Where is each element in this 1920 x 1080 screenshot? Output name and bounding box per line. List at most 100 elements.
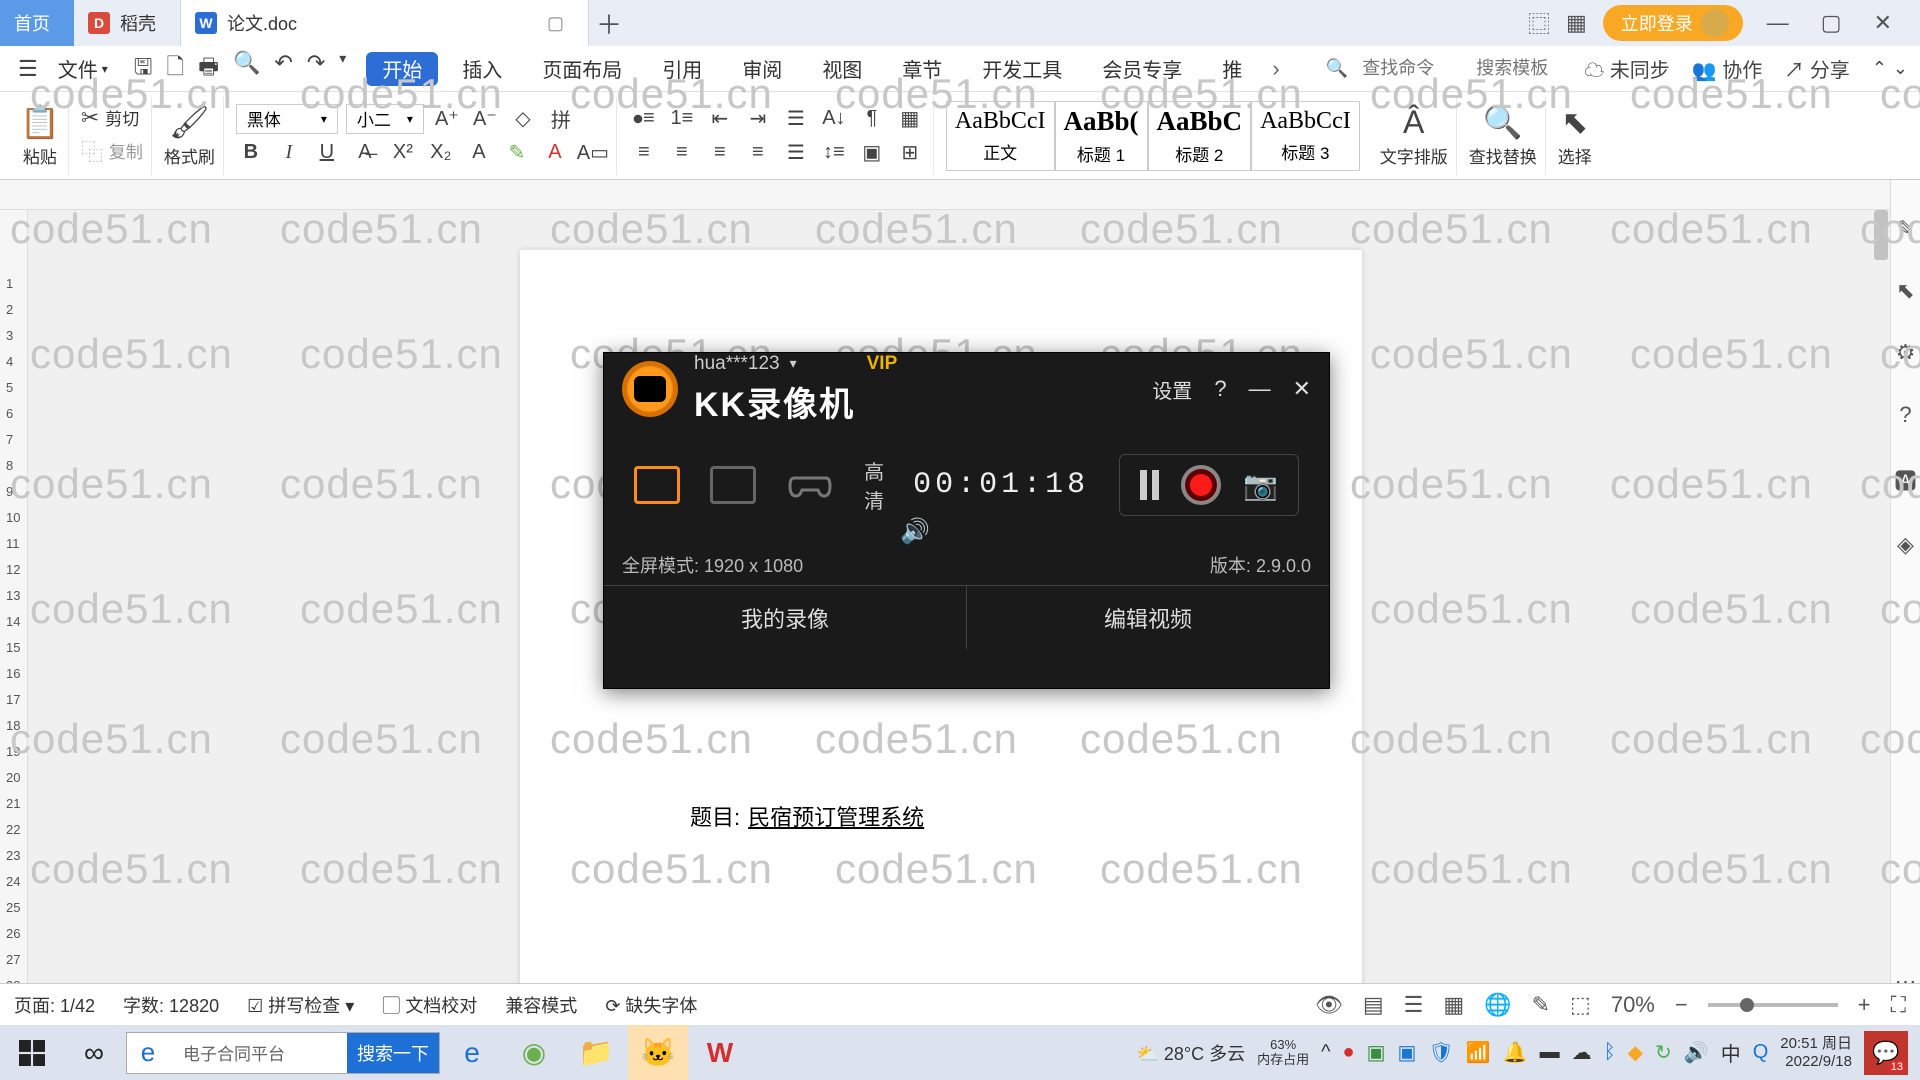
tray-weather[interactable]: ⛅ 28°C 多云 bbox=[1136, 1040, 1245, 1066]
qat-dropdown-icon[interactable]: ▾ bbox=[339, 50, 346, 88]
strike-button[interactable]: A̶ bbox=[350, 138, 380, 168]
preview-icon[interactable]: 🔍 bbox=[233, 50, 260, 88]
align-center-icon[interactable]: ≡ bbox=[667, 138, 697, 168]
borders-icon[interactable]: ⊞ bbox=[895, 138, 925, 168]
maximize-button[interactable]: ▢ bbox=[1813, 10, 1850, 36]
cursor-tool-icon[interactable]: ⬉ bbox=[1896, 278, 1914, 304]
font-color-icon[interactable]: A bbox=[540, 138, 570, 168]
tray-item-3-icon[interactable]: ▣ bbox=[1398, 1040, 1417, 1065]
clear-format-icon[interactable]: ◇ bbox=[508, 104, 538, 134]
collapse-ribbon-icon[interactable]: ⌃ bbox=[1872, 58, 1887, 79]
text-layout-button[interactable]: Â文字排版 bbox=[1380, 104, 1448, 168]
kk-my-recordings-button[interactable]: 我的录像 bbox=[604, 586, 967, 649]
save-as-icon[interactable]: 🗋 bbox=[167, 50, 185, 88]
tab-home[interactable]: 首页 bbox=[0, 0, 74, 46]
vertical-scrollbar[interactable] bbox=[1872, 210, 1890, 1025]
view-web-icon[interactable]: ▦ bbox=[1443, 992, 1464, 1018]
kk-minimize-button[interactable]: — bbox=[1249, 376, 1271, 402]
kk-region-mode[interactable] bbox=[710, 466, 756, 504]
subscript-button[interactable]: X₂ bbox=[426, 138, 456, 168]
zoom-value[interactable]: 70% bbox=[1611, 992, 1655, 1018]
tray-bell-icon[interactable]: 🔔 bbox=[1503, 1040, 1528, 1065]
tray-cloud-icon[interactable]: ☁ bbox=[1572, 1040, 1592, 1065]
font-family-select[interactable]: 黑体▾ bbox=[236, 104, 338, 134]
view-eye-icon[interactable]: 👁 bbox=[1315, 992, 1343, 1018]
ribbon-tab-member[interactable]: 会员专享 bbox=[1086, 54, 1198, 83]
taskbar-kk-icon[interactable]: 🐱 bbox=[628, 1025, 688, 1080]
print-icon[interactable]: 🖶 bbox=[198, 50, 219, 88]
tray-volume-icon[interactable]: 🔊 bbox=[1684, 1040, 1709, 1065]
tray-item-1-icon[interactable]: ● bbox=[1343, 1041, 1355, 1064]
tray-bluetooth-icon[interactable]: ᛒ bbox=[1604, 1041, 1616, 1064]
tray-item-q-icon[interactable]: Q bbox=[1753, 1041, 1769, 1064]
file-menu[interactable]: 文件 ▾ bbox=[52, 54, 114, 83]
ribbon-tab-references[interactable]: 引用 bbox=[646, 54, 718, 83]
taskbar-wps-icon[interactable]: W bbox=[690, 1025, 750, 1080]
kk-audio-icon[interactable]: 🔊 bbox=[900, 517, 930, 546]
status-words[interactable]: 字数: 12820 bbox=[123, 992, 219, 1018]
start-button[interactable] bbox=[2, 1025, 62, 1080]
show-grid-icon[interactable]: ▦ bbox=[895, 104, 925, 134]
taskbar-edge-icon[interactable]: e bbox=[442, 1025, 502, 1080]
tray-wifi-icon[interactable]: 📶 bbox=[1466, 1040, 1491, 1065]
status-proof[interactable]: ▢ 文档校对 bbox=[382, 992, 477, 1018]
text-effects-icon[interactable]: A bbox=[464, 138, 494, 168]
expand-ribbon-icon[interactable]: ⌄ bbox=[1893, 58, 1908, 79]
highlight-icon[interactable]: ✎ bbox=[502, 138, 532, 168]
tray-battery-icon[interactable]: ▬ bbox=[1540, 1041, 1560, 1064]
kk-quality-label[interactable]: 高清 bbox=[864, 456, 893, 514]
taskbar-search-input[interactable] bbox=[183, 1043, 333, 1063]
tab-daoke[interactable]: D稻壳 bbox=[74, 0, 181, 46]
vertical-ruler[interactable]: (function(){var lr=document.currentScrip… bbox=[0, 210, 28, 1025]
align-justify-icon[interactable]: ≡ bbox=[743, 138, 773, 168]
kk-record-button[interactable] bbox=[1181, 465, 1221, 505]
style-h3[interactable]: AaBbCcI标题 3 bbox=[1251, 101, 1360, 171]
ribbon-overflow-icon[interactable]: › bbox=[1266, 56, 1285, 82]
paste-button[interactable]: 📋粘贴 bbox=[20, 103, 60, 168]
theme-tool-icon[interactable]: ◈ bbox=[1897, 532, 1914, 558]
new-tab-button[interactable]: ＋ bbox=[589, 0, 629, 46]
search-template-input[interactable] bbox=[1476, 58, 1576, 79]
align-left-icon[interactable]: ≡ bbox=[629, 138, 659, 168]
translate-tool-icon[interactable]: 🅰 bbox=[1894, 464, 1916, 496]
hamburger-icon[interactable]: ☰ bbox=[12, 56, 44, 82]
char-border-icon[interactable]: A▭ bbox=[578, 138, 608, 168]
kk-pause-button[interactable] bbox=[1140, 470, 1159, 500]
shrink-font-icon[interactable]: A⁻ bbox=[470, 104, 500, 134]
collab-button[interactable]: 👥 协作 bbox=[1692, 54, 1762, 83]
help-tool-icon[interactable]: ? bbox=[1899, 402, 1911, 428]
status-spellcheck[interactable]: ☑ 拼写检查 ▾ bbox=[247, 992, 354, 1018]
align-right-icon[interactable]: ≡ bbox=[705, 138, 735, 168]
pen-tool-icon[interactable]: ✎ bbox=[1896, 216, 1914, 242]
save-icon[interactable]: 🖫 bbox=[134, 50, 153, 88]
minimize-button[interactable]: — bbox=[1759, 10, 1797, 36]
view-outline-icon[interactable]: ☰ bbox=[1404, 992, 1424, 1018]
tray-ime-icon[interactable]: 中 bbox=[1721, 1038, 1741, 1067]
horizontal-ruler[interactable] bbox=[0, 180, 1920, 210]
ribbon-tab-devtools[interactable]: 开发工具 bbox=[966, 54, 1078, 83]
style-h2[interactable]: AaBbC标题 2 bbox=[1148, 101, 1252, 171]
view-annotate-icon[interactable]: ✎ bbox=[1532, 992, 1550, 1018]
tray-notification-icon[interactable]: 💬13 bbox=[1864, 1031, 1908, 1075]
tray-update-icon[interactable]: ↻ bbox=[1655, 1040, 1672, 1065]
sort-icon[interactable]: A↓ bbox=[819, 104, 849, 134]
style-h1[interactable]: AaBb(标题 1 bbox=[1055, 101, 1148, 171]
bold-button[interactable]: B bbox=[236, 138, 266, 168]
ribbon-tab-more[interactable]: 推 bbox=[1206, 54, 1258, 83]
scrollbar-thumb[interactable] bbox=[1874, 210, 1888, 260]
phonetic-icon[interactable]: 拼 bbox=[546, 104, 576, 134]
kk-game-mode[interactable] bbox=[786, 466, 834, 504]
tray-memory[interactable]: 63%内存占用 bbox=[1257, 1038, 1309, 1067]
redo-icon[interactable]: ↷ bbox=[307, 50, 325, 88]
kk-edit-video-button[interactable]: 编辑视频 bbox=[967, 586, 1329, 649]
view-read-icon[interactable]: 🌐 bbox=[1484, 992, 1511, 1018]
kk-help-button[interactable]: ? bbox=[1214, 376, 1226, 402]
copilot-icon[interactable]: ∞ bbox=[64, 1025, 124, 1080]
format-painter-button[interactable]: 🖌格式刷 bbox=[164, 103, 215, 168]
zoom-fit-icon[interactable]: ⬚ bbox=[1570, 992, 1591, 1018]
shading-icon[interactable]: ▣ bbox=[857, 138, 887, 168]
show-marks-icon[interactable]: ¶ bbox=[857, 104, 887, 134]
tray-shield-icon[interactable]: 🛡 bbox=[1428, 1040, 1453, 1065]
inc-indent-icon[interactable]: ⇥ bbox=[743, 104, 773, 134]
align-distribute-icon[interactable]: ☰ bbox=[781, 138, 811, 168]
